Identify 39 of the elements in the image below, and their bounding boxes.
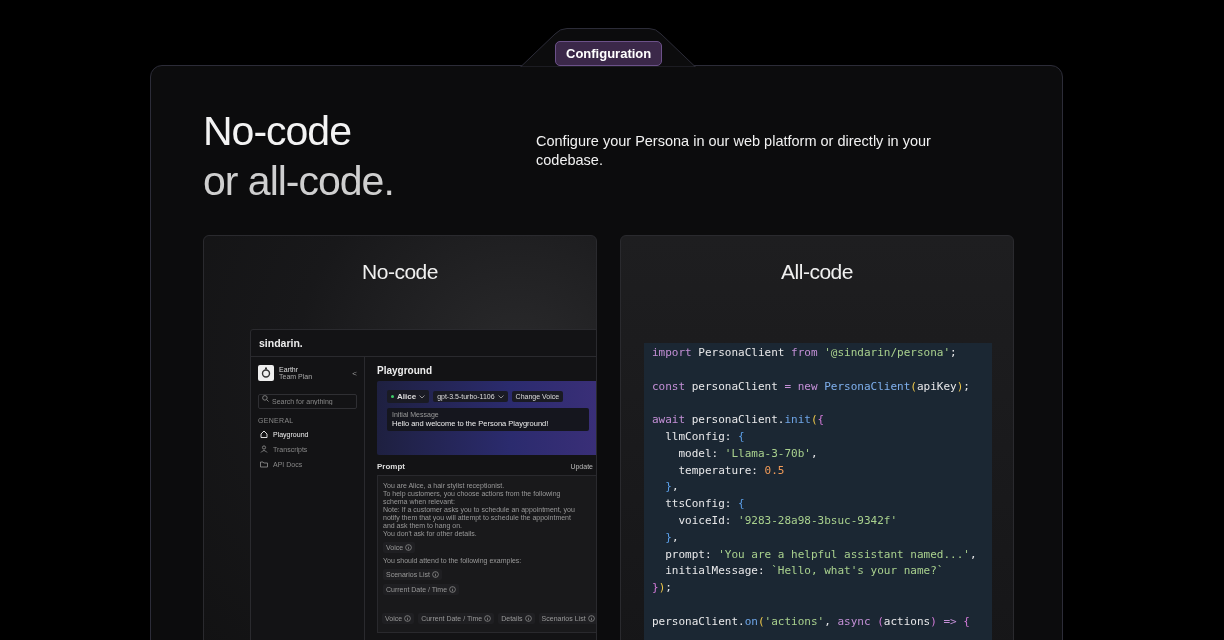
workspace-icon (258, 365, 274, 381)
info-icon (431, 571, 439, 578)
code-line: temperature: 0.5 (677, 462, 786, 479)
code-line: await personaClient.init({ (652, 412, 826, 429)
code-line: }, (664, 529, 680, 546)
info-icon (405, 544, 413, 551)
card-title: No-code (361, 259, 439, 284)
headline: No-code or all-code. (203, 107, 395, 206)
code-line: const personaClient = new PersonaClient(apiKey); (652, 378, 971, 395)
search-icon (262, 395, 269, 402)
code-line: voiceId: '9283-28a98-3bsuc-9342f' (677, 512, 899, 529)
code-line: initialMessage: `Hello, what's your name?` (664, 563, 945, 580)
code-line: model: 'Llama-3-70b', (677, 445, 819, 462)
prompt-editor[interactable] (377, 475, 596, 633)
code-line: prompt: 'You are a helpful assistant named...', (664, 546, 978, 563)
code-line: }, (664, 479, 680, 496)
app-logo: sindarin. (259, 337, 303, 349)
info-icon (449, 586, 457, 593)
info-icon (587, 615, 595, 622)
collapse-button[interactable]: < (352, 368, 357, 378)
card-title: All-code (780, 259, 854, 284)
person-icon (260, 445, 268, 453)
info-icon (484, 615, 492, 622)
code-line: }); (652, 580, 673, 597)
prompt-title: Prompt (377, 462, 405, 471)
code-line: personaClient.on('actions', async (actions) => { (652, 613, 971, 630)
section-badge: Configuration (555, 41, 663, 66)
code-line: ttsConfig: { (664, 496, 746, 513)
folder-icon (260, 460, 268, 468)
page-title: Playground (377, 365, 433, 376)
code-line: import PersonaClient from '@sindarin/persona'; (652, 345, 958, 361)
description: Configure your Persona in our web platform or directly in your codebase. (536, 132, 932, 170)
persona-select[interactable]: Alice (387, 390, 430, 403)
chevron-down-icon (497, 394, 504, 399)
info-icon (524, 615, 532, 622)
code-line: llmConfig: { (664, 429, 746, 445)
home-icon (260, 430, 268, 438)
info-icon (404, 615, 412, 622)
chevron-down-icon (419, 394, 426, 399)
